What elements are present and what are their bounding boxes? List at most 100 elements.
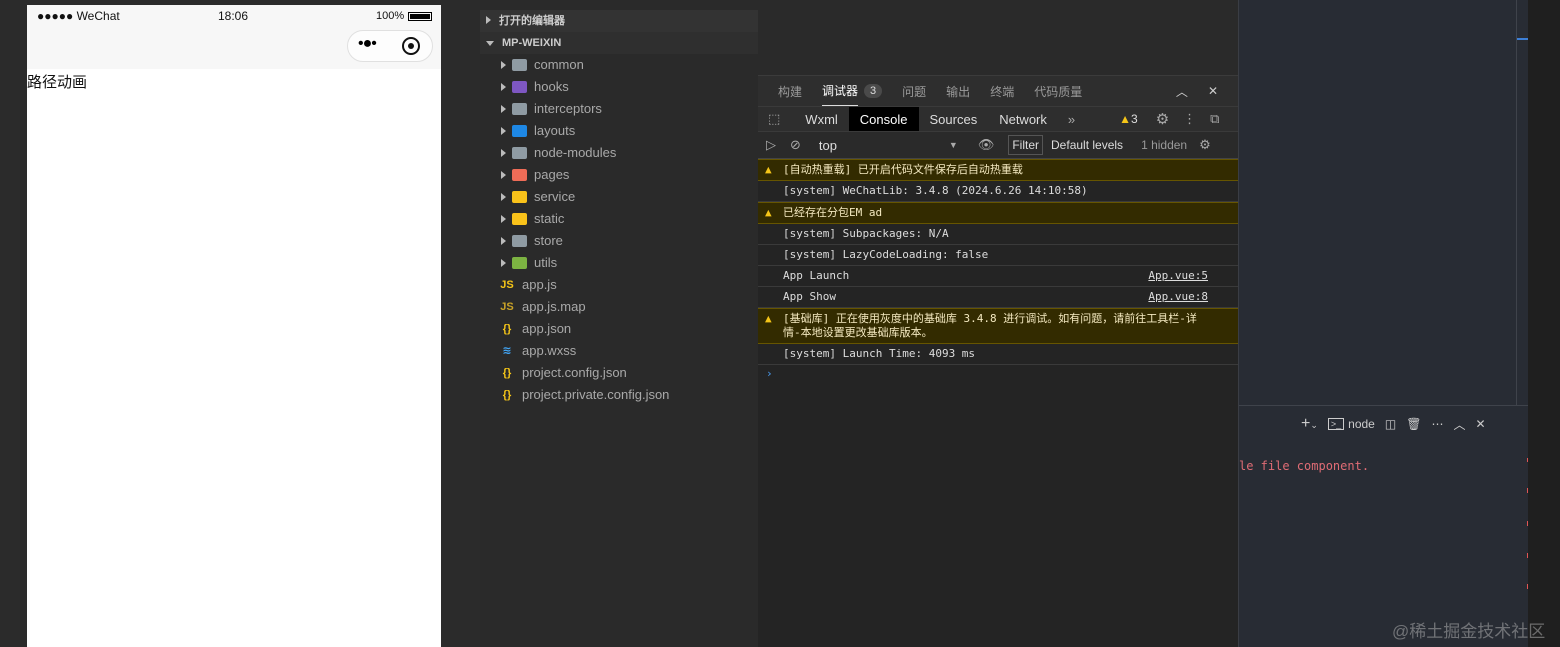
folder-item[interactable]: utils <box>480 252 758 274</box>
battery-level: 100% <box>376 10 405 22</box>
folder-item[interactable]: node-modules <box>480 142 758 164</box>
capsule-menu[interactable]: •●• <box>347 30 433 62</box>
file-type-icon: {} <box>502 323 512 335</box>
undock-icon[interactable]: ⧉ <box>1210 111 1219 127</box>
hidden-count: 1 hidden <box>1141 138 1188 152</box>
file-item[interactable]: {} project.config.json <box>480 362 758 384</box>
more-icon[interactable]: •●• <box>358 35 377 53</box>
folder-item[interactable]: common <box>480 54 758 76</box>
folder-icon <box>512 125 527 137</box>
console-log-row: [system] Subpackages: N/A <box>758 224 1238 245</box>
panel-tab-network[interactable]: Network <box>988 107 1058 131</box>
warning-icon: ▲ <box>765 312 772 325</box>
clear-console-icon[interactable]: ⊘ <box>790 137 801 153</box>
file-explorer: 打开的编辑器 MP-WEIXIN common hooks interceptors… <box>480 0 758 647</box>
file-item[interactable]: ≋ app.wxss <box>480 340 758 362</box>
tab-4[interactable]: 终端 <box>990 83 1014 100</box>
close-miniprogram-icon[interactable] <box>402 37 420 55</box>
folder-icon <box>512 103 527 115</box>
source-link[interactable]: App.vue:8 <box>1148 290 1208 304</box>
maximize-icon[interactable]: ︿ <box>1453 416 1465 433</box>
folder-icon <box>512 235 527 247</box>
console-prompt[interactable]: › <box>758 365 1238 382</box>
new-terminal-icon[interactable]: +⌄ <box>1301 415 1318 433</box>
console-filter-bar: ▷ ⊘ top ▼ 👁 Filter Default levels 1 hidd… <box>758 132 1238 159</box>
file-type-icon: JS <box>500 279 514 291</box>
folder-item[interactable]: interceptors <box>480 98 758 120</box>
file-item[interactable]: {} project.private.config.json <box>480 384 758 406</box>
file-type-icon: {} <box>502 389 512 401</box>
nav-bar: •●• <box>27 27 441 69</box>
devtools-top-area <box>758 0 1238 75</box>
tab-5[interactable]: 代码质量 <box>1034 83 1082 100</box>
context-select[interactable]: top <box>819 138 949 153</box>
warning-icon: ▲ <box>765 206 772 219</box>
folder-icon <box>512 169 527 181</box>
file-type-icon: {} <box>502 367 512 379</box>
tab-3[interactable]: 输出 <box>946 83 970 100</box>
simulator-phone: ●●●●● WeChat 18:06 100% •●• 路径动画 <box>27 5 441 647</box>
collapse-panel-icon[interactable]: ︿ <box>1176 83 1188 100</box>
console-log-row: [system] WeChatLib: 3.4.8 (2024.6.26 14:… <box>758 181 1238 202</box>
file-item[interactable]: JS app.js <box>480 274 758 296</box>
console-warn-row: ▲ [自动热重载] 已开启代码文件保存后自动热重载 <box>758 159 1238 181</box>
folder-icon <box>512 147 527 159</box>
folder-item[interactable]: store <box>480 230 758 252</box>
console-warn-row: ▲ [基础库] 正在使用灰度中的基础库 3.4.8 进行调试。如有问题，请前往工具… <box>758 308 1238 344</box>
project-section[interactable]: MP-WEIXIN <box>480 32 758 54</box>
tab-2[interactable]: 问题 <box>902 83 926 100</box>
page-title: 路径动画 <box>27 74 88 91</box>
terminal-icon[interactable]: >_ <box>1327 418 1345 430</box>
file-item[interactable]: JS app.js.map <box>480 296 758 318</box>
panel-tab-wxml[interactable]: Wxml <box>794 107 849 131</box>
panel-tab-sources[interactable]: Sources <box>919 107 989 131</box>
tab-0[interactable]: 构建 <box>778 83 802 100</box>
tab-1[interactable]: 调试器 <box>822 76 859 106</box>
file-type-icon: ≋ <box>502 345 512 357</box>
close-panel-icon[interactable]: ✕ <box>1208 84 1218 98</box>
more-panels-icon[interactable]: » <box>1068 112 1075 127</box>
console-log-row: App Show App.vue:8 <box>758 287 1238 308</box>
levels-dropdown[interactable]: Default levels <box>1051 138 1123 152</box>
console-output: ▲ [自动热重载] 已开启代码文件保存后自动热重载 [system] WeChatL… <box>758 159 1238 647</box>
terminal-toolbar: +⌄ >_ node ◫ 🗑 ⋯ ︿ ✕ <box>1301 415 1486 433</box>
warning-count[interactable]: ▲3 <box>1119 112 1138 126</box>
devtools-tabs: 构建 调试器 3 问题 输出 终端 代码质量 ︿ ✕ <box>758 75 1238 106</box>
terminal-shell[interactable]: node <box>1348 417 1375 431</box>
tab-badge: 3 <box>864 84 883 98</box>
folder-icon <box>512 59 527 71</box>
more-icon[interactable]: ⋯ <box>1431 417 1443 431</box>
trash-icon[interactable]: 🗑 <box>1406 417 1421 431</box>
watermark: @稀土掘金技术社区 <box>1392 622 1546 641</box>
sidebar-toggle-icon[interactable]: ▷ <box>766 137 776 153</box>
activity-edge <box>1528 0 1560 647</box>
status-bar: ●●●●● WeChat 18:06 100% <box>27 5 441 27</box>
filter-input[interactable]: Filter <box>1008 135 1044 155</box>
source-link[interactable]: App.vue:5 <box>1148 269 1208 283</box>
chevron-down-icon[interactable]: ▼ <box>949 140 958 150</box>
console-log-row: [system] LazyCodeLoading: false <box>758 245 1238 266</box>
carrier: ●●●●● WeChat <box>37 9 120 23</box>
devtools-toolbar: ⬚ Wxml Console Sources Network » ▲3 ⚙ ⋮ ⧉ <box>758 106 1238 132</box>
folder-icon <box>512 81 527 93</box>
inspect-icon[interactable]: ⬚ <box>768 111 780 127</box>
eye-icon[interactable]: 👁 <box>978 137 995 153</box>
file-item[interactable]: {} app.json <box>480 318 758 340</box>
battery-icon <box>408 12 432 21</box>
folder-icon <box>512 191 527 203</box>
split-terminal-icon[interactable]: ◫ <box>1385 417 1396 431</box>
folder-icon <box>512 257 527 269</box>
folder-item[interactable]: static <box>480 208 758 230</box>
folder-item[interactable]: pages <box>480 164 758 186</box>
close-icon[interactable]: ✕ <box>1475 417 1485 431</box>
panel-tab-console[interactable]: Console <box>848 107 919 131</box>
console-settings-icon[interactable]: ⚙ <box>1199 137 1211 153</box>
settings-icon[interactable]: ⚙ <box>1156 110 1169 128</box>
folder-item[interactable]: layouts <box>480 120 758 142</box>
folder-item[interactable]: service <box>480 186 758 208</box>
clock: 18:06 <box>218 9 249 23</box>
open-editors-section[interactable]: 打开的编辑器 <box>480 10 758 32</box>
warning-icon: ▲ <box>765 163 772 176</box>
folder-item[interactable]: hooks <box>480 76 758 98</box>
kebab-menu-icon[interactable]: ⋮ <box>1183 111 1196 127</box>
